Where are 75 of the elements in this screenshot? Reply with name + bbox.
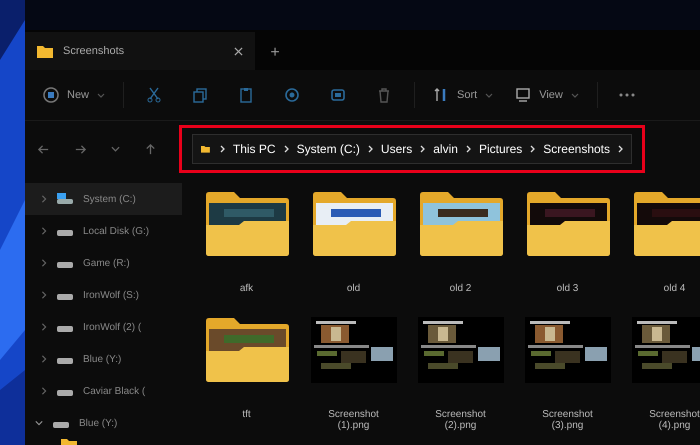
chevron-icon[interactable]: [35, 420, 43, 426]
breadcrumb[interactable]: Screenshots: [543, 142, 610, 156]
chevron-icon[interactable]: [41, 227, 47, 235]
sidebar-label: Caviar Black (: [83, 386, 146, 396]
sidebar-label: Blue (Y:): [83, 354, 122, 364]
sidebar-label: Game (R:): [83, 258, 130, 268]
caret-icon: [570, 92, 579, 98]
folder-icon[interactable]: [204, 191, 290, 257]
sidebar-item[interactable]: IronWolf (2) (: [25, 311, 182, 343]
copy-icon[interactable]: [192, 87, 208, 103]
sidebar-item[interactable]: IronWolf (S:): [25, 279, 182, 311]
file-name: old 3: [556, 283, 580, 294]
sort-button[interactable]: Sort: [429, 83, 498, 107]
file-name: Screenshot (4).png: [648, 409, 700, 431]
sidebar-item[interactable]: Caviar Black (: [25, 375, 182, 407]
sidebar-item[interactable]: Local Disk (G:): [25, 215, 182, 247]
file-name: afk: [238, 283, 254, 294]
paste-icon[interactable]: [238, 87, 254, 103]
sidebar-label: Blue (Y:): [79, 418, 118, 428]
folder-icon: [61, 439, 77, 445]
breadcrumb[interactable]: Pictures: [478, 142, 522, 156]
chevron-icon[interactable]: [41, 355, 47, 363]
back-icon[interactable]: [37, 142, 50, 156]
folder-icon[interactable]: [524, 191, 610, 257]
close-icon[interactable]: [234, 46, 243, 56]
forward-icon[interactable]: [74, 142, 87, 156]
view-button[interactable]: View: [511, 83, 583, 107]
sidebar-item[interactable]: System (C:): [25, 183, 182, 215]
new-button[interactable]: New: [39, 83, 110, 107]
chevron-icon: [466, 145, 471, 153]
file-name: Screenshot (1).png: [327, 409, 380, 431]
folder-icon[interactable]: [632, 191, 700, 257]
file-name: old 4: [662, 283, 686, 294]
sidebar-item[interactable]: Blue (Y:): [25, 343, 182, 375]
monitor-icon: [515, 87, 532, 103]
new-tab-button[interactable]: +: [255, 36, 295, 70]
chevron-icon: [284, 145, 289, 153]
breadcrumb[interactable]: Users: [380, 142, 412, 156]
sidebar-label: IronWolf (2) (: [83, 322, 142, 332]
chevron-down-icon[interactable]: [111, 146, 120, 152]
sidebar-item[interactable]: Blue (Y:): [25, 407, 182, 439]
chevron-icon[interactable]: [41, 323, 47, 331]
caret-icon: [97, 92, 106, 98]
folder-icon: [37, 44, 53, 58]
chevron-icon[interactable]: [41, 291, 47, 299]
folder-icon[interactable]: [310, 191, 396, 257]
chevron-icon[interactable]: [41, 387, 47, 395]
breadcrumb[interactable]: This PC: [232, 142, 276, 156]
caret-icon: [485, 92, 494, 98]
sidebar-label: Local Disk (G:): [83, 226, 150, 236]
chevron-icon: [368, 145, 373, 153]
breadcrumb[interactable]: alvin: [433, 142, 458, 156]
more-icon[interactable]: [618, 92, 636, 98]
file-name: tft: [241, 409, 252, 420]
file-name: old: [346, 283, 362, 294]
window-tab[interactable]: Screenshots: [25, 32, 255, 70]
chevron-icon: [220, 145, 225, 153]
folder-icon[interactable]: [418, 191, 504, 257]
file-name: Screenshot (2).png: [434, 409, 487, 431]
chevron-icon: [420, 145, 426, 153]
chevron-icon[interactable]: [41, 259, 47, 267]
chevron-icon: [618, 145, 623, 153]
chevron-icon[interactable]: [41, 195, 47, 203]
breadcrumb[interactable]: System (C:): [296, 142, 360, 156]
up-icon[interactable]: [144, 142, 157, 156]
sidebar-label: IronWolf (S:): [83, 290, 139, 300]
folder-icon[interactable]: [204, 317, 290, 383]
file-name: Screenshot (3).png: [541, 409, 594, 431]
address-bar[interactable]: This PC System (C:) Users alvin Pictures Screenshots: [192, 134, 632, 164]
sidebar-label: System (C:): [83, 194, 136, 204]
drive-icon: [57, 193, 73, 205]
file-name: old 2: [448, 283, 472, 294]
cut-icon[interactable]: [146, 87, 162, 103]
sidebar-item[interactable]: Game (R:): [25, 247, 182, 279]
chevron-icon: [530, 145, 536, 153]
